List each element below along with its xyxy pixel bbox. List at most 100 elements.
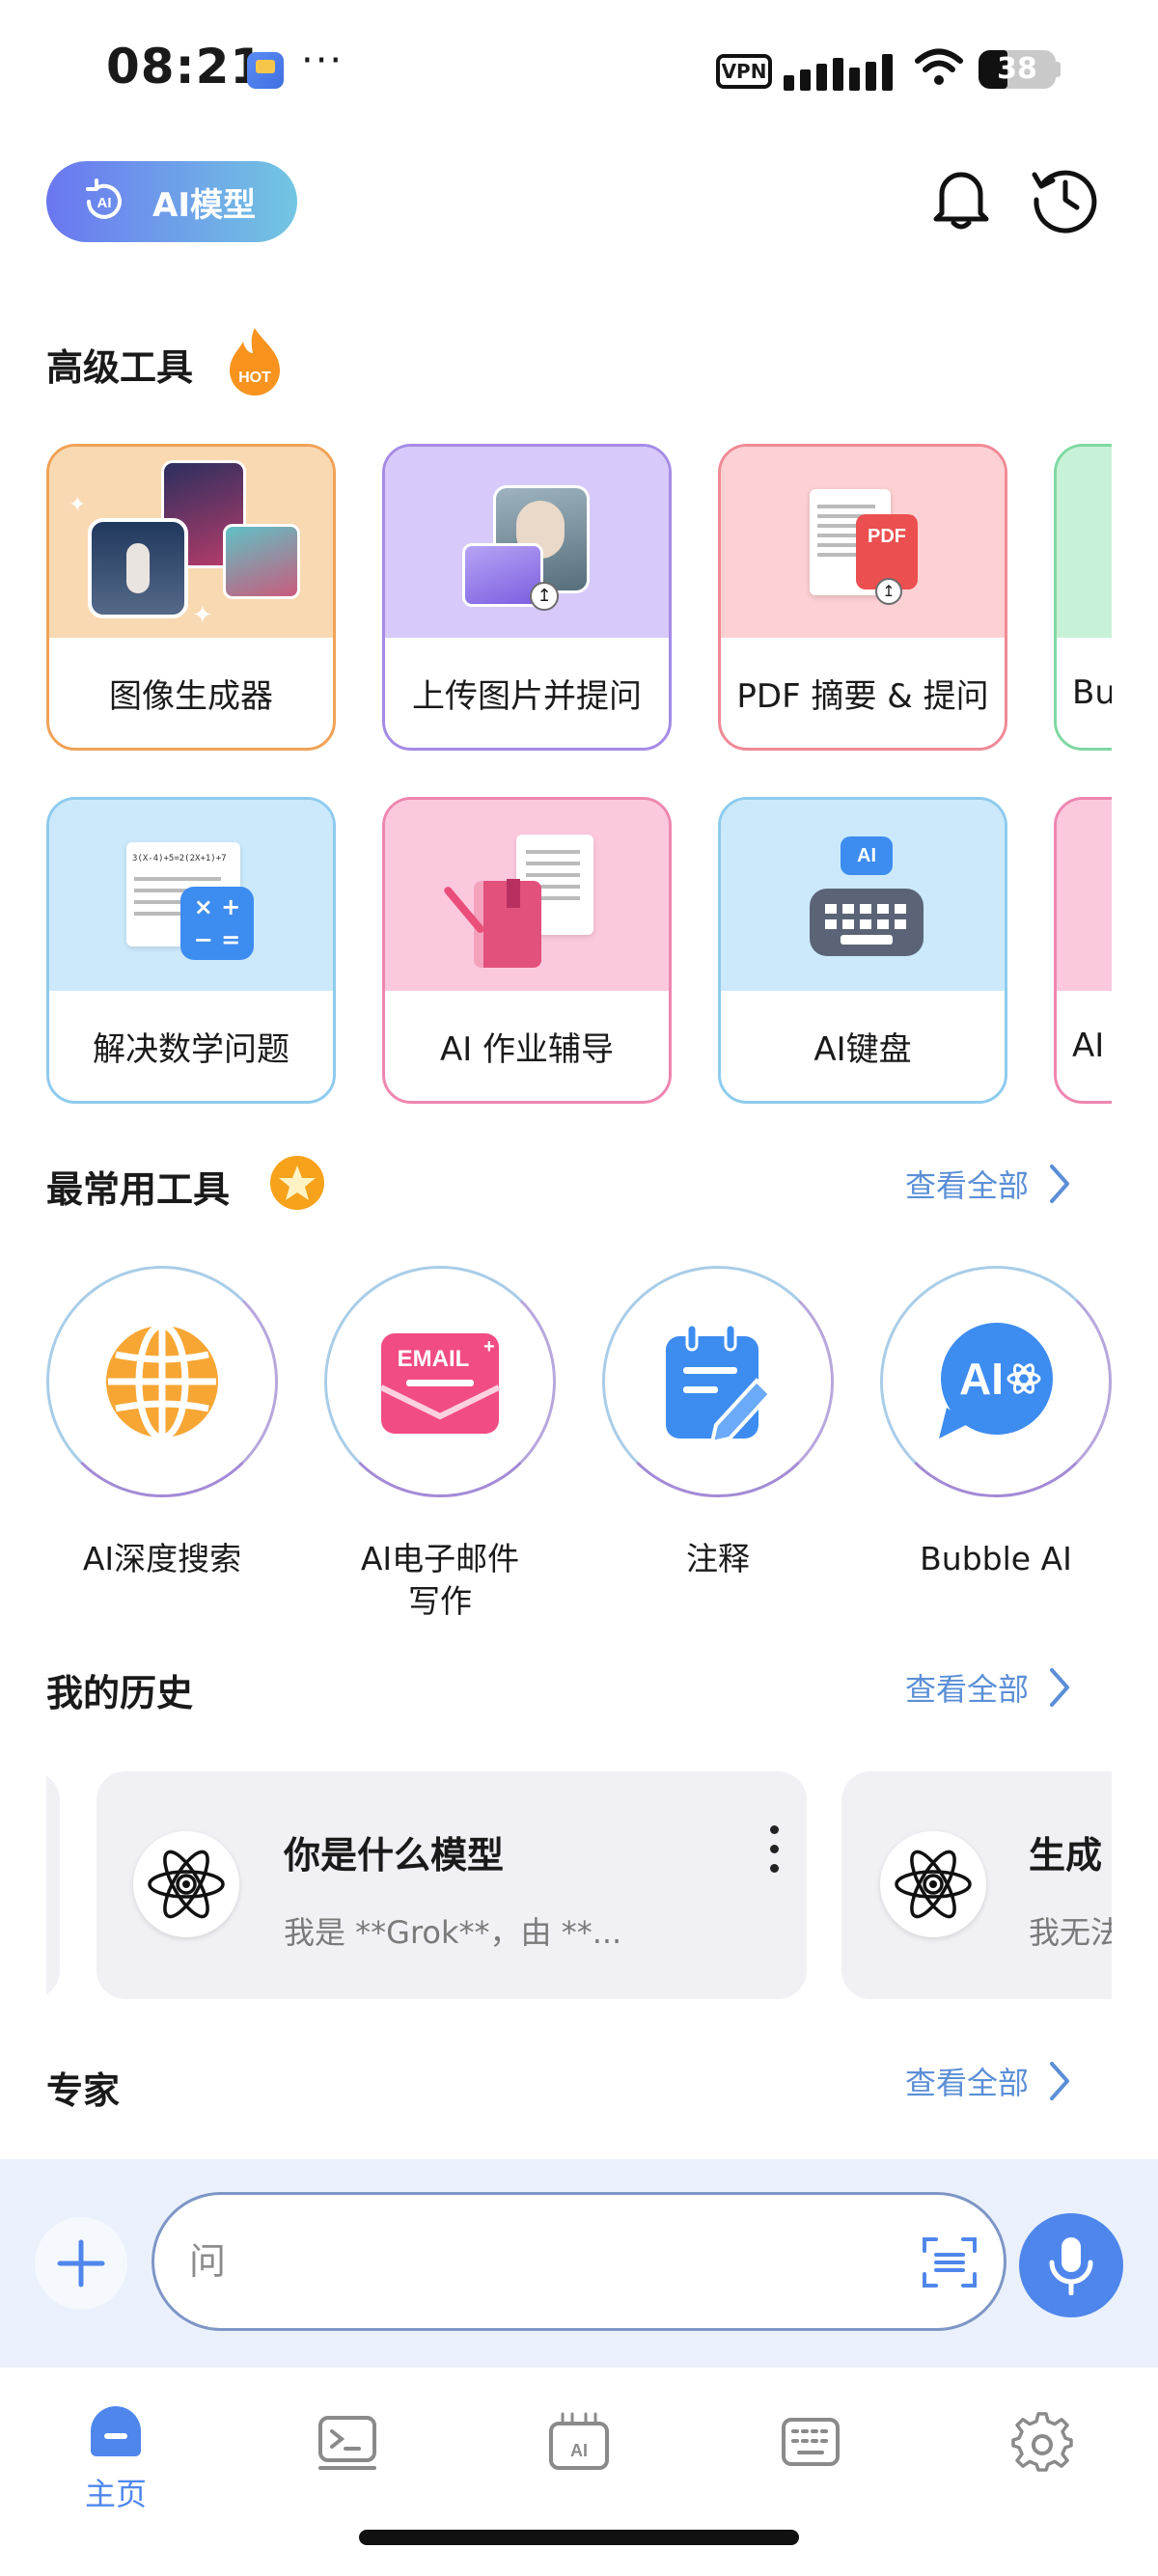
frequent-tool-label: Bubble AI xyxy=(920,1540,1072,1577)
model-avatar xyxy=(133,1831,239,1937)
cellular-signal-icon xyxy=(784,48,897,91)
frequent-tool-label: 注释 xyxy=(686,1540,750,1577)
advanced-tools-row-2: 3(X-4)+5=2(2X+1)+7 × + − = 解决数学问题 AI 作业辅导… xyxy=(46,797,1112,1106)
battery-level: 38 xyxy=(997,52,1037,86)
svg-text:AI: AI xyxy=(959,1354,1004,1404)
experts-see-all-link[interactable]: 查看全部 xyxy=(905,2059,1071,2103)
history-card-previous[interactable] xyxy=(46,1771,60,1999)
history-card[interactable]: 生成 我无法 xyxy=(841,1771,1112,1999)
experts-title: 专家 xyxy=(46,2069,121,2112)
chevron-right-icon xyxy=(1050,1668,1069,1707)
status-time: 08:21 xyxy=(106,39,265,95)
tool-label: PDF 摘要 & 提问 xyxy=(736,676,989,716)
add-attachment-button[interactable] xyxy=(35,2217,127,2310)
frequent-tools-see-all-link[interactable]: 查看全部 xyxy=(905,1162,1071,1206)
globe-icon xyxy=(106,1322,218,1441)
status-more-dots: ··· xyxy=(301,39,345,83)
math-illustration: 3(X-4)+5=2(2X+1)+7 × + − = xyxy=(49,800,333,991)
history-title-text: 你是什么模型 xyxy=(284,1834,505,1877)
history-list: 你是什么模型 我是 **Grok**，由 **... 生成 我无法 xyxy=(46,1771,1112,1999)
microphone-icon xyxy=(1049,2237,1093,2295)
frequent-tool-ai-deep-search[interactable]: AI深度搜索 xyxy=(46,1266,278,1580)
bell-icon[interactable] xyxy=(924,161,998,234)
frequent-tool-annotate[interactable]: 注释 xyxy=(602,1266,834,1580)
gear-icon xyxy=(1011,2412,1073,2472)
home-icon xyxy=(91,2406,141,2456)
tool-card-upload-image-ask[interactable]: ↥ 上传图片并提问 xyxy=(382,444,672,751)
tool-label: AI xyxy=(1072,1027,1105,1065)
frequent-tool-ai-email-writing[interactable]: EMAIL + AI电子邮件写作 xyxy=(324,1266,556,1623)
history-clock-icon[interactable] xyxy=(1029,161,1102,234)
ask-input[interactable] xyxy=(189,2195,865,2328)
ai-keyboard-illustration: AI xyxy=(721,800,1005,991)
tab-label: 主页 xyxy=(84,2476,147,2512)
frequent-tools-title: 最常用工具 xyxy=(46,1168,231,1211)
terminal-icon xyxy=(318,2416,376,2470)
svg-text:AI: AI xyxy=(570,2441,588,2460)
chat-input-bar xyxy=(0,2159,1158,2368)
calculator-icon: × + − = xyxy=(180,887,254,960)
history-title-text: 生成 xyxy=(1029,1834,1103,1877)
math-formula-text: 3(X-4)+5=2(2X+1)+7 xyxy=(132,854,227,863)
more-options-icon[interactable] xyxy=(764,1825,784,1883)
history-card[interactable]: 你是什么模型 我是 **Grok**，由 **... xyxy=(96,1771,807,1999)
ai-refresh-icon: AI xyxy=(86,178,122,219)
history-title: 我的历史 xyxy=(46,1672,194,1714)
scan-icon[interactable] xyxy=(921,2233,979,2291)
upload-image-illustration: ↥ xyxy=(385,447,669,638)
tool-label: AI键盘 xyxy=(813,1029,912,1069)
chevron-right-icon xyxy=(1050,1165,1069,1203)
tool-label: 上传图片并提问 xyxy=(412,676,642,716)
voice-input-button[interactable] xyxy=(1019,2213,1123,2317)
history-preview-text: 我是 **Grok**，由 **... xyxy=(284,1914,622,1951)
email-icon: EMAIL + xyxy=(379,1333,501,1434)
tab-settings[interactable] xyxy=(984,2402,1100,2478)
keyboard-icon xyxy=(782,2418,840,2466)
tool-card-ai-keyboard[interactable]: AI AI键盘 xyxy=(718,797,1007,1104)
tab-home[interactable]: 主页 xyxy=(58,2402,174,2514)
tool-label: Bu xyxy=(1072,673,1112,712)
svg-text:EMAIL: EMAIL xyxy=(398,1346,470,1372)
history-preview-text: 我无法 xyxy=(1029,1914,1112,1951)
tool-card-image-generator[interactable]: ✦ ✦ 图像生成器 xyxy=(46,444,336,751)
tool-card-bubble[interactable]: Bu xyxy=(1054,444,1112,751)
model-avatar xyxy=(880,1831,986,1937)
history-see-all-link[interactable]: 查看全部 xyxy=(905,1665,1071,1710)
image-generator-illustration: ✦ ✦ xyxy=(49,447,333,638)
home-indicator xyxy=(359,2530,799,2545)
tool-card-ai-homework[interactable]: AI 作业辅导 xyxy=(382,797,672,1104)
tab-terminal[interactable] xyxy=(290,2402,405,2478)
svg-text:HOT: HOT xyxy=(238,370,271,386)
advanced-tools-title: 高级工具 xyxy=(46,346,194,389)
chevron-right-icon xyxy=(1050,2062,1069,2100)
battery-icon: 38 xyxy=(979,50,1056,89)
homework-illustration xyxy=(385,800,669,991)
ask-field-container xyxy=(152,2192,1006,2331)
status-bar: 08:21 ··· VPN 38 xyxy=(0,0,1158,145)
tool-card-ai-partial[interactable]: AI xyxy=(1054,797,1112,1104)
advanced-tools-row-1: ✦ ✦ 图像生成器 ↥ 上传图片并提问 PDF ↥ PDF 摘要 & 提问 Bu xyxy=(46,444,1112,753)
ai-model-label: AI模型 xyxy=(152,185,256,225)
ai-model-selector-button[interactable]: AI AI模型 xyxy=(46,161,297,242)
ai-chip: AI xyxy=(841,836,893,875)
app-notification-icon xyxy=(247,52,284,89)
svg-text:+: + xyxy=(483,1336,495,1357)
tool-card-pdf-summary[interactable]: PDF ↥ PDF 摘要 & 提问 xyxy=(718,444,1007,751)
svg-text:AI: AI xyxy=(97,195,112,211)
tool-label: 图像生成器 xyxy=(109,676,273,716)
hot-fire-icon: HOT xyxy=(230,328,280,396)
notepad-pencil-icon xyxy=(666,1323,773,1444)
bubble-ai-icon: AI xyxy=(939,1323,1053,1439)
atom-icon xyxy=(895,1850,972,1919)
plus-icon xyxy=(57,2239,105,2288)
wifi-icon xyxy=(915,48,963,85)
frequent-tool-bubble-ai[interactable]: AI Bubble AI xyxy=(880,1266,1112,1580)
vpn-badge: VPN xyxy=(716,54,772,89)
atom-icon xyxy=(148,1850,225,1919)
frequent-tool-label: AI电子邮件写作 xyxy=(360,1540,520,1620)
tab-keyboard[interactable] xyxy=(753,2402,868,2478)
tool-card-solve-math[interactable]: 3(X-4)+5=2(2X+1)+7 × + − = 解决数学问题 xyxy=(46,797,336,1104)
tab-ai-keyboard[interactable]: AI xyxy=(521,2402,637,2478)
frequent-tool-label: AI深度搜索 xyxy=(82,1540,242,1577)
tool-label: 解决数学问题 xyxy=(93,1029,290,1069)
